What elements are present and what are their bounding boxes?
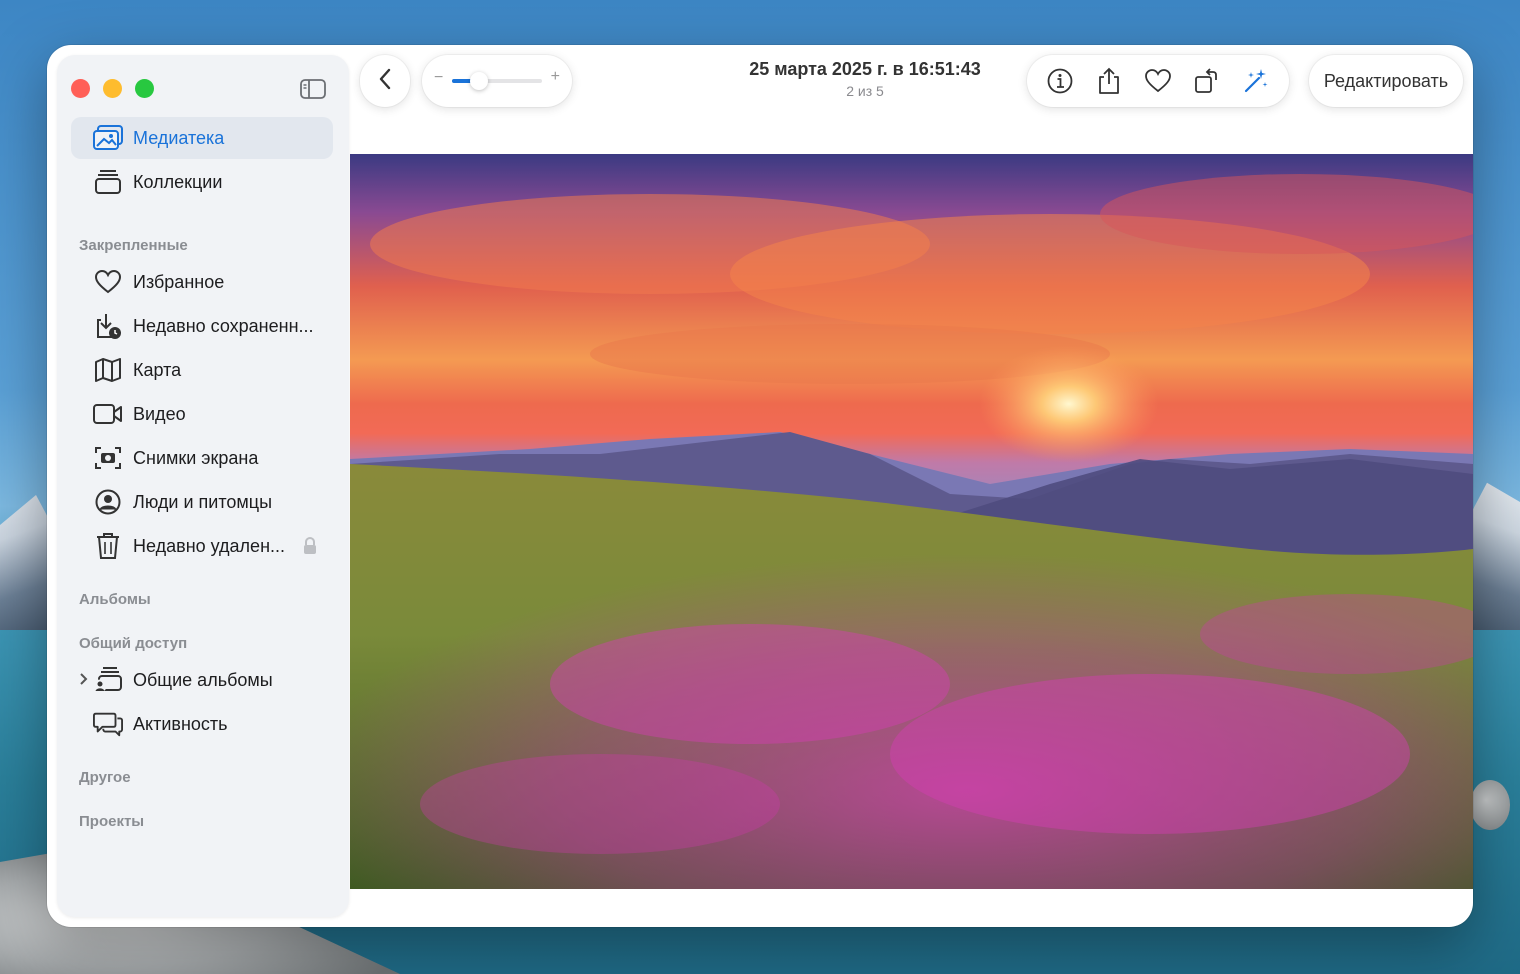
sidebar-item-label: Видео	[133, 403, 186, 424]
sidebar-item-library[interactable]: Медиатека	[71, 117, 333, 159]
collections-icon	[93, 167, 123, 197]
close-window-button[interactable]	[71, 79, 90, 98]
map-icon	[93, 355, 123, 385]
lock-icon	[303, 536, 317, 560]
chevron-left-icon	[378, 68, 392, 95]
desktop-rock-small	[1470, 780, 1510, 830]
section-albums[interactable]: Альбомы	[79, 591, 151, 608]
sidebar-item-label: Карта	[133, 359, 182, 380]
favorite-button[interactable]	[1142, 65, 1174, 97]
video-icon	[93, 399, 123, 429]
info-icon	[1047, 68, 1072, 94]
screenshot-icon	[93, 443, 123, 473]
back-button[interactable]	[360, 55, 410, 107]
heart-icon	[1145, 69, 1171, 93]
sidebar-item-label: Недавно удален...	[133, 535, 286, 556]
minimize-window-button[interactable]	[103, 79, 122, 98]
sidebar-item-label: Недавно сохраненн...	[133, 315, 314, 336]
edit-button[interactable]: Редактировать	[1309, 55, 1463, 107]
photos-window: Медиатека Коллекции Закрепленные Избранн…	[47, 45, 1473, 927]
sidebar-item-label: Общие альбомы	[133, 669, 273, 690]
magic-wand-icon	[1245, 69, 1268, 93]
sidebar-item-label: Избранное	[133, 271, 225, 292]
share-button[interactable]	[1093, 65, 1125, 97]
chevron-right-icon[interactable]	[79, 672, 89, 691]
sidebar-toggle-icon[interactable]	[300, 79, 326, 99]
sidebar-item-label: Медиатека	[133, 127, 225, 148]
zoom-slider[interactable]	[452, 72, 542, 90]
sidebar-item-activity[interactable]: Активность	[71, 703, 333, 745]
activity-icon	[93, 709, 123, 739]
sidebar-item-favorites[interactable]: Избранное	[71, 261, 333, 303]
zoom-slider-knob[interactable]	[470, 72, 488, 90]
sidebar: Медиатека Коллекции Закрепленные Избранн…	[57, 55, 349, 917]
sunset-photo	[350, 154, 1473, 889]
sidebar-item-people-pets[interactable]: Люди и питомцы	[71, 481, 333, 523]
title-area: 25 марта 2025 г. в 16:51:43 2 из 5	[680, 59, 1050, 99]
sidebar-item-label: Активность	[133, 713, 228, 734]
shared-albums-icon	[93, 665, 123, 695]
sidebar-item-shared-albums[interactable]: Общие альбомы	[71, 659, 333, 701]
fullscreen-window-button[interactable]	[135, 79, 154, 98]
rotate-button[interactable]	[1191, 65, 1223, 97]
sidebar-item-label: Коллекции	[133, 171, 223, 192]
photo-counter: 2 из 5	[846, 83, 884, 99]
sidebar-item-map[interactable]: Карта	[71, 349, 333, 391]
zoom-out-button[interactable]: −	[434, 69, 443, 87]
sidebar-item-recently-saved[interactable]: Недавно сохраненн...	[71, 305, 333, 347]
section-other[interactable]: Другое	[79, 769, 131, 786]
photo-title: 25 марта 2025 г. в 16:51:43	[749, 59, 981, 79]
recently-saved-icon	[93, 311, 123, 341]
zoom-in-button[interactable]: +	[551, 68, 560, 86]
toolbar-actions	[1027, 55, 1289, 107]
sidebar-item-label: Снимки экрана	[133, 447, 259, 468]
auto-enhance-button[interactable]	[1240, 65, 1272, 97]
section-projects[interactable]: Проекты	[79, 813, 144, 830]
section-pinned: Закрепленные	[79, 237, 188, 254]
sidebar-item-screenshots[interactable]: Снимки экрана	[71, 437, 333, 479]
person-icon	[93, 487, 123, 517]
section-shared[interactable]: Общий доступ	[79, 635, 187, 652]
sidebar-item-video[interactable]: Видео	[71, 393, 333, 435]
photo-library-icon	[93, 123, 123, 153]
main-area: − + 25 марта 2025 г. в 16:51:43 2 из 5 Р…	[350, 45, 1473, 927]
share-icon	[1098, 67, 1119, 94]
zoom-control: − +	[422, 55, 572, 107]
sidebar-item-label: Люди и питомцы	[133, 491, 273, 512]
rotate-icon	[1195, 68, 1218, 93]
heart-icon	[93, 267, 123, 297]
trash-icon	[93, 531, 123, 561]
sidebar-item-recently-deleted[interactable]: Недавно удален...	[71, 525, 333, 567]
photo-view[interactable]	[350, 154, 1473, 889]
sidebar-item-collections[interactable]: Коллекции	[71, 161, 333, 203]
info-button[interactable]	[1044, 65, 1076, 97]
